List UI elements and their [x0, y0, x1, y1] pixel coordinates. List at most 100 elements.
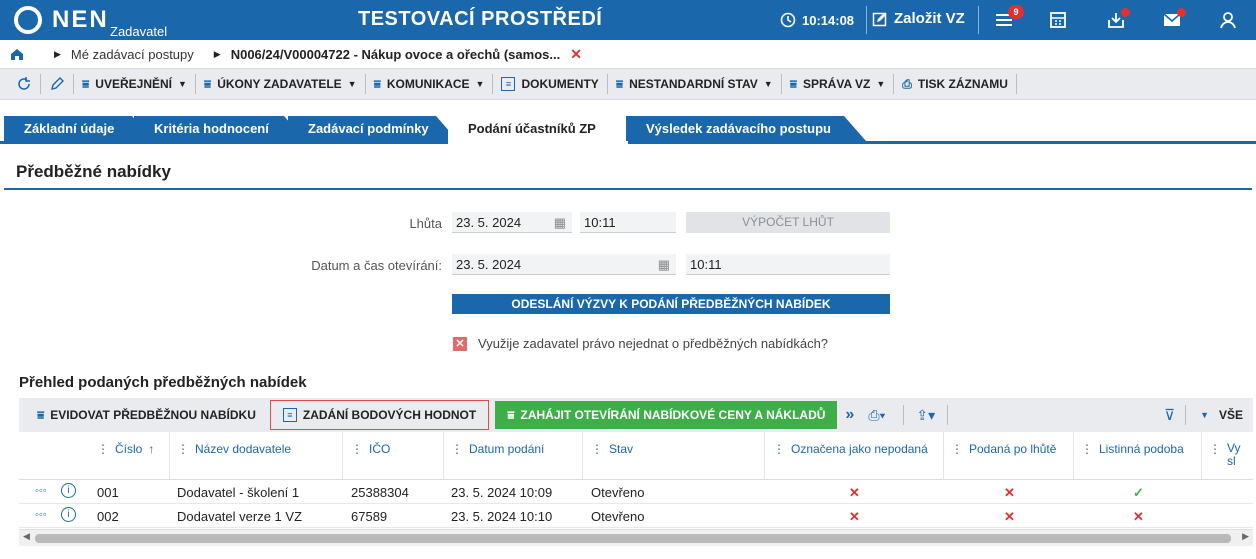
divider: [1185, 405, 1187, 425]
otevirani-time-field[interactable]: 10:11: [686, 254, 890, 275]
column-header-nazev[interactable]: ⋮ Název dodavatele: [177, 442, 291, 456]
otevirani-date-value: 23. 5. 2024: [456, 257, 522, 272]
lhuta-date-field[interactable]: 23. 5. 2024 ▦: [452, 212, 572, 233]
clock-value: 10:14:08: [802, 12, 855, 28]
export-icon[interactable]: ⇪▾: [916, 407, 935, 424]
tab-kriteria-hodnoceni[interactable]: Kritéria hodnocení: [134, 116, 306, 141]
print-icon[interactable]: ⎙▾: [868, 407, 885, 424]
tab-zakladni-udaje[interactable]: Základní údaje: [4, 116, 154, 141]
column-menu-icon[interactable]: ⋮: [177, 442, 189, 456]
environment-title: TESTOVACÍ PROSTŘEDÍ: [358, 8, 603, 30]
nejednat-checkbox[interactable]: ✕: [453, 337, 467, 351]
chevron-down-icon: ▼: [475, 79, 485, 89]
list-icon: ⩸: [37, 407, 45, 422]
ukony-menu[interactable]: ⩸ ÚKONY ZADAVATELE ▼: [196, 74, 366, 94]
scrollbar-thumb[interactable]: [35, 534, 1231, 543]
breadcrumb-separator-icon: ▶: [213, 48, 221, 59]
calendar-icon[interactable]: ▦: [554, 212, 566, 233]
tab-vysledek[interactable]: Výsledek zadávacího postupu: [626, 116, 866, 141]
column-divider: [169, 432, 170, 480]
edit-icon: [872, 12, 887, 26]
column-menu-icon[interactable]: ⋮: [1081, 442, 1093, 456]
user-icon[interactable]: [1218, 10, 1238, 30]
zahajit-otevirani-button[interactable]: ⩸ ZAHÁJIT OTEVÍRÁNÍ NABÍDKOVÉ CENY A NÁK…: [495, 401, 838, 429]
column-header-oznacena[interactable]: ⋮ Označena jako nepodaná: [773, 442, 928, 456]
calculator-icon[interactable]: [1048, 10, 1068, 30]
oznacena-label: Označena jako nepodaná: [791, 442, 928, 456]
horizontal-scrollbar[interactable]: ◀ ▶: [19, 529, 1253, 546]
column-header-listinna[interactable]: ⋮ Listinná podoba: [1081, 442, 1184, 456]
chevron-down-icon[interactable]: ▼: [1200, 410, 1209, 420]
tisk-button[interactable]: ⎙ TISK ZÁZNAMU: [894, 74, 1017, 94]
column-menu-icon[interactable]: ⋮: [591, 442, 603, 456]
dokumenty-label: DOKUMENTY: [521, 77, 599, 91]
close-icon[interactable]: ✕: [570, 46, 582, 63]
info-icon[interactable]: i: [61, 507, 76, 522]
tab-podani-ucastniku[interactable]: Podání účastníků ZP: [448, 114, 628, 144]
logo-text: NEN: [52, 6, 109, 33]
nestandardni-menu[interactable]: ⩸ NESTANDARDNÍ STAV ▼: [608, 74, 782, 94]
column-header-cislo[interactable]: ⋮ Číslo ↑: [97, 442, 154, 456]
info-icon[interactable]: i: [61, 483, 76, 498]
komunikace-label: KOMUNIKACE: [386, 77, 470, 91]
filter-icon[interactable]: ⊽: [1164, 406, 1175, 424]
breadcrumb-current[interactable]: N006/24/V00004722 - Nákup ovoce a ořechů…: [231, 47, 561, 62]
vypocet-lhut-button[interactable]: VÝPOČET LHŮT: [686, 212, 890, 233]
lhuta-time-field[interactable]: 10:11: [580, 212, 676, 233]
refresh-button[interactable]: [0, 74, 41, 94]
calendar-icon[interactable]: ▦: [658, 254, 670, 275]
list-icon: ⩸: [373, 76, 381, 91]
lhuta-date-value: 23. 5. 2024: [456, 215, 522, 230]
komunikace-menu[interactable]: ⩸ KOMUNIKACE ▼: [366, 74, 494, 94]
tisk-label: TISK ZÁZNAMU: [917, 77, 1008, 91]
zalozit-vz-button[interactable]: Založit VZ: [872, 10, 965, 27]
home-icon[interactable]: [10, 47, 24, 61]
evidovat-button[interactable]: ⩸ EVIDOVAT PŘEDBĚŽNOU NABÍDKU: [19, 400, 268, 430]
scroll-right-icon[interactable]: ▶: [1242, 531, 1249, 542]
more-icon[interactable]: »: [845, 406, 854, 424]
column-menu-icon[interactable]: ⋮: [351, 442, 363, 456]
nazev-label: Název dodavatele: [195, 442, 292, 456]
document-icon: ≡: [282, 408, 297, 422]
column-menu-icon[interactable]: ⋮: [1209, 442, 1221, 468]
table-row[interactable]: ◦◦◦ i 001 Dodavatel - školení 1 25388304…: [19, 480, 1253, 504]
column-divider: [764, 432, 765, 480]
cell-listinna: ✓: [1133, 485, 1144, 500]
otevirani-label: Datum a čas otevírání:: [311, 258, 442, 273]
column-divider: [1201, 432, 1202, 480]
logo-icon: [14, 6, 42, 34]
action-toolbar: ⩸ UVEŘEJNĚNÍ ▼ ⩸ ÚKONY ZADAVATELE ▼ ⩸ KO…: [0, 68, 1256, 100]
column-header-stav[interactable]: ⋮ Stav: [591, 442, 633, 456]
column-menu-icon[interactable]: ⋮: [97, 442, 109, 456]
session-clock: 10:14:08: [780, 12, 854, 28]
column-menu-icon[interactable]: ⋮: [451, 442, 463, 456]
breadcrumb-item[interactable]: Mé zadávací postupy: [71, 47, 194, 62]
row-menu-icon[interactable]: ◦◦◦: [35, 509, 47, 521]
column-header-podana[interactable]: ⋮ Podaná po lhůtě: [951, 442, 1056, 456]
otevirani-date-field[interactable]: 23. 5. 2024 ▦: [452, 254, 676, 275]
cislo-label: Číslo: [115, 442, 143, 456]
last-label: Vy sl: [1227, 442, 1241, 468]
column-header-ico[interactable]: ⋮ IČO: [351, 442, 390, 456]
zadani-bodovych-hodnot-button[interactable]: ≡ ZADÁNÍ BODOVÝCH HODNOT: [269, 400, 490, 430]
sprava-menu[interactable]: ⩸ SPRÁVA VZ ▼: [782, 74, 895, 94]
column-menu-icon[interactable]: ⋮: [773, 442, 785, 456]
row-menu-icon[interactable]: ◦◦◦: [35, 485, 47, 497]
odeslani-vyzvy-button[interactable]: ODESLÁNÍ VÝZVY K PODÁNÍ PŘEDBĚŽNÝCH NABÍ…: [452, 294, 890, 314]
column-menu-icon[interactable]: ⋮: [951, 442, 963, 456]
mail-indicator: [1177, 8, 1186, 17]
scroll-left-icon[interactable]: ◀: [23, 531, 30, 542]
sprava-label: SPRÁVA VZ: [803, 77, 871, 91]
nestandardni-label: NESTANDARDNÍ STAV: [629, 77, 758, 91]
tab-zadavaci-podminky[interactable]: Zadávací podmínky: [288, 116, 458, 141]
uverejneni-menu[interactable]: ⩸ UVEŘEJNĚNÍ ▼: [74, 74, 196, 94]
edit-button[interactable]: [41, 74, 74, 94]
column-header-datum[interactable]: ⋮ Datum podání: [451, 442, 544, 456]
table-row[interactable]: ◦◦◦ i 002 Dodavatel verze 1 VZ 67589 23.…: [19, 504, 1253, 528]
filter-all-label[interactable]: VŠE: [1219, 408, 1243, 422]
dokumenty-button[interactable]: ≡ DOKUMENTY: [493, 74, 608, 94]
chevron-down-icon: ▼: [876, 79, 886, 89]
column-header-last[interactable]: ⋮ Vy sl: [1209, 442, 1249, 468]
cell-ico: 67589: [351, 509, 388, 524]
sort-ascending-icon: ↑: [148, 442, 155, 456]
